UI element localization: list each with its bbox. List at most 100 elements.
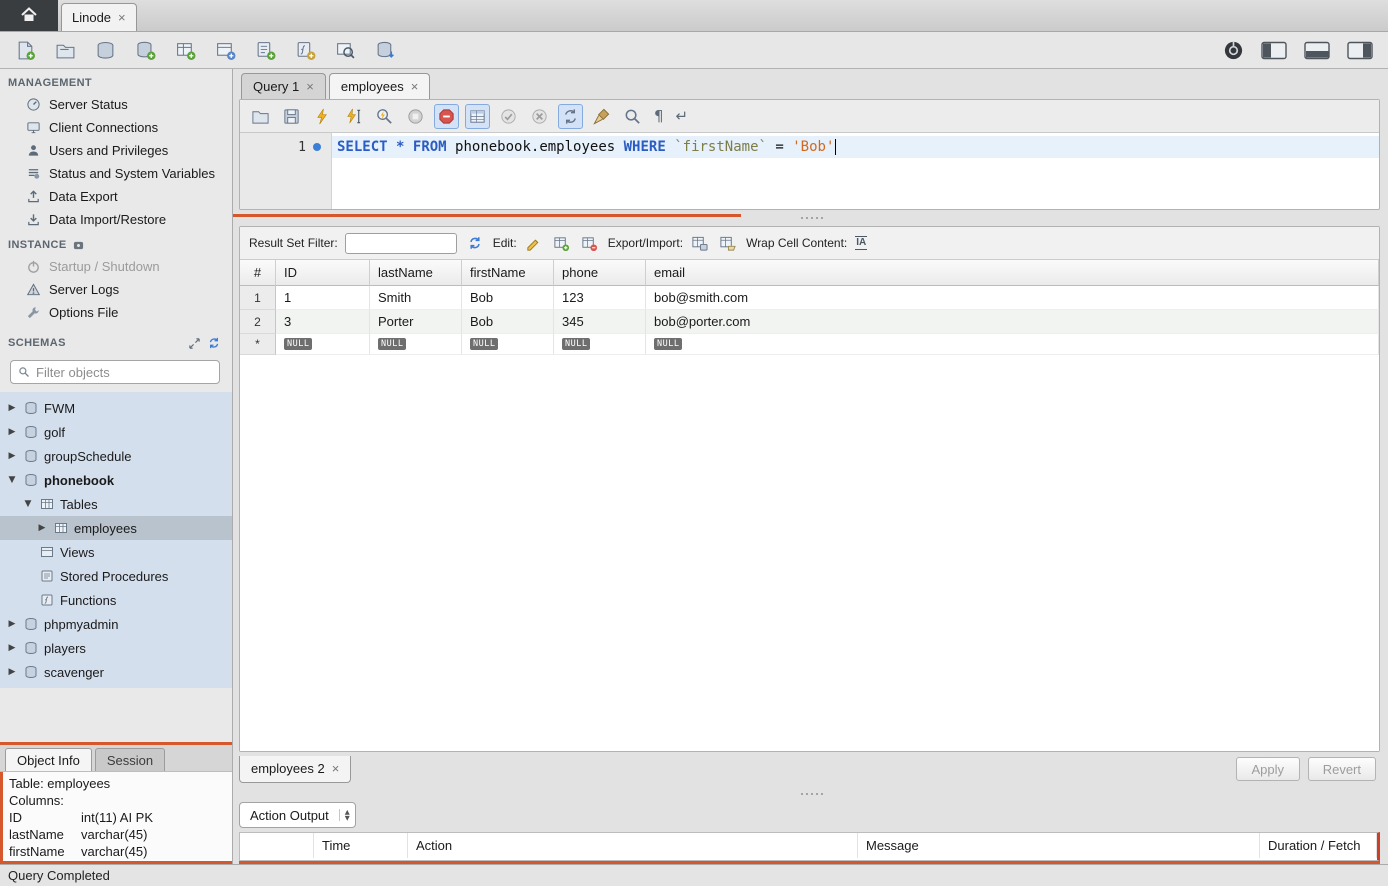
splitter-grip[interactable] — [811, 217, 813, 219]
expander-icon[interactable]: ▶ — [6, 451, 18, 461]
expander-icon[interactable]: ▶ — [6, 403, 18, 413]
select-stepper-icon[interactable]: ▲ ▼ — [339, 809, 350, 821]
apply-button[interactable]: Apply — [1236, 757, 1300, 781]
export-resultset-button[interactable] — [688, 232, 711, 255]
table-row[interactable]: 1 1 Smith Bob 123 bob@smith.com — [240, 286, 1379, 310]
table-row-new[interactable]: * NULL NULL NULL NULL NULL — [240, 334, 1379, 355]
editor-results-splitter[interactable] — [233, 210, 1388, 226]
output-type-select[interactable]: Action Output ▲ ▼ — [239, 802, 356, 828]
import-records-button[interactable] — [716, 232, 739, 255]
tree-item-table-employees[interactable]: ▶ employees — [0, 516, 232, 540]
create-view-button[interactable] — [212, 37, 239, 64]
cell-lastname[interactable]: Porter — [370, 310, 462, 334]
expander-icon[interactable]: ▼ — [22, 499, 34, 509]
cell-phone[interactable]: 345 — [554, 310, 646, 334]
filter-objects-input[interactable] — [36, 365, 212, 380]
sidebar-item-users-privileges[interactable]: Users and Privileges — [0, 139, 232, 162]
open-script-button[interactable] — [248, 104, 273, 129]
cell-lastname[interactable]: NULL — [370, 334, 462, 355]
open-connection-button[interactable] — [92, 37, 119, 64]
table-row[interactable]: 2 3 Porter Bob 345 bob@porter.com — [240, 310, 1379, 334]
sidebar-item-data-import[interactable]: Data Import/Restore — [0, 208, 232, 231]
splitter-grip[interactable] — [811, 793, 813, 795]
cell-id[interactable]: 3 — [276, 310, 370, 334]
expander-icon[interactable]: ▼ — [6, 475, 18, 485]
autocommit-toggle[interactable] — [558, 104, 583, 129]
reconnect-server-button[interactable] — [372, 37, 399, 64]
execute-button[interactable] — [310, 104, 335, 129]
rollback-button[interactable] — [527, 104, 552, 129]
tab-session[interactable]: Session — [95, 748, 165, 771]
delete-row-button[interactable] — [578, 232, 601, 255]
explain-button[interactable] — [372, 104, 397, 129]
refresh-results-button[interactable] — [464, 232, 486, 254]
column-header-lastname[interactable]: lastName — [370, 260, 462, 286]
result-filter-input[interactable] — [345, 233, 457, 254]
expander-icon[interactable]: ▶ — [36, 523, 48, 533]
create-function-button[interactable] — [292, 37, 319, 64]
column-header-rownum[interactable]: # — [240, 260, 276, 286]
revert-button[interactable]: Revert — [1308, 757, 1376, 781]
cell-firstname[interactable]: Bob — [462, 286, 554, 310]
cell-firstname[interactable]: NULL — [462, 334, 554, 355]
new-sql-tab-button[interactable] — [12, 37, 39, 64]
create-schema-button[interactable] — [132, 37, 159, 64]
tree-item-schema[interactable]: ▶ scavenger — [0, 660, 232, 684]
sidebar-item-client-connections[interactable]: Client Connections — [0, 116, 232, 139]
output-column-action[interactable]: Action — [408, 833, 858, 858]
add-row-button[interactable] — [550, 232, 573, 255]
tree-item-stored-procedures[interactable]: Stored Procedures — [0, 564, 232, 588]
refresh-schemas-button[interactable] — [204, 333, 224, 353]
tab-object-info[interactable]: Object Info — [5, 748, 92, 771]
beautify-button[interactable] — [589, 104, 614, 129]
column-header-email[interactable]: email — [646, 260, 1379, 286]
cell-id[interactable]: 1 — [276, 286, 370, 310]
toggle-output-area-button[interactable] — [1301, 38, 1333, 63]
connection-tab[interactable]: Linode × — [61, 3, 137, 31]
tree-item-schema[interactable]: ▶ FWM — [0, 396, 232, 420]
cell-firstname[interactable]: Bob — [462, 310, 554, 334]
wrap-text-button[interactable]: ↵ — [673, 104, 692, 128]
tree-item-tables-folder[interactable]: ▼ Tables — [0, 492, 232, 516]
close-icon[interactable]: × — [118, 11, 126, 24]
execute-current-button[interactable] — [341, 104, 366, 129]
find-button[interactable] — [620, 104, 645, 129]
cell-phone[interactable]: NULL — [554, 334, 646, 355]
cell-email[interactable]: bob@smith.com — [646, 286, 1379, 310]
expander-icon[interactable]: ▶ — [6, 427, 18, 437]
output-column-duration[interactable]: Duration / Fetch — [1260, 833, 1377, 858]
wrap-cell-content-toggle[interactable]: IA — [852, 233, 870, 253]
column-header-firstname[interactable]: firstName — [462, 260, 554, 286]
tab-employees[interactable]: employees × — [329, 73, 430, 99]
sql-editor[interactable]: 1 SELECT * FROM phonebook.employees — [240, 133, 1379, 209]
code-area[interactable]: SELECT * FROM phonebook.employees WHERE … — [332, 133, 1379, 209]
limit-rows-toggle[interactable] — [465, 104, 490, 129]
column-header-phone[interactable]: phone — [554, 260, 646, 286]
stop-button[interactable] — [403, 104, 428, 129]
tab-result-set[interactable]: employees 2 × — [239, 756, 351, 783]
search-table-data-button[interactable] — [332, 37, 359, 64]
tree-item-schema[interactable]: ▶ groupSchedule — [0, 444, 232, 468]
create-table-button[interactable] — [172, 37, 199, 64]
sidebar-item-startup-shutdown[interactable]: Startup / Shutdown — [0, 255, 232, 278]
output-column-time[interactable]: Time — [314, 833, 408, 858]
cell-email[interactable]: NULL — [646, 334, 1379, 355]
cell-id[interactable]: NULL — [276, 334, 370, 355]
column-header-id[interactable]: ID — [276, 260, 370, 286]
sidebar-item-server-logs[interactable]: Server Logs — [0, 278, 232, 301]
commit-button[interactable] — [496, 104, 521, 129]
close-icon[interactable]: × — [332, 762, 340, 775]
cell-phone[interactable]: 123 — [554, 286, 646, 310]
expander-icon[interactable]: ▶ — [6, 619, 18, 629]
home-tab[interactable] — [0, 0, 58, 31]
edit-row-button[interactable] — [522, 232, 545, 255]
stop-on-error-toggle[interactable] — [434, 104, 459, 129]
create-procedure-button[interactable] — [252, 37, 279, 64]
save-script-button[interactable] — [279, 104, 304, 129]
close-icon[interactable]: × — [306, 80, 314, 93]
tree-item-schema[interactable]: ▶ golf — [0, 420, 232, 444]
expand-schemas-button[interactable] — [185, 334, 204, 353]
close-icon[interactable]: × — [411, 80, 419, 93]
toggle-secondary-sidebar-button[interactable] — [1344, 38, 1376, 63]
tab-query-1[interactable]: Query 1 × — [241, 73, 326, 99]
